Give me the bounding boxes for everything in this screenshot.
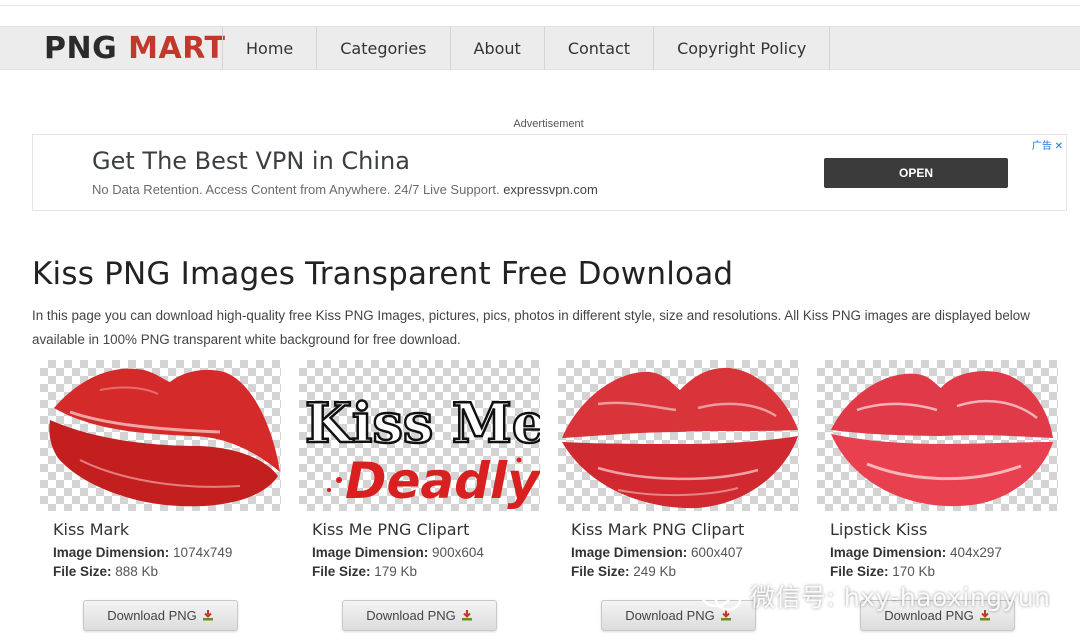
filesize-value: 888 Kb — [115, 564, 159, 579]
dimension-label: Image Dimension: — [53, 545, 170, 560]
ad-headline[interactable]: Get The Best VPN in China — [92, 147, 410, 175]
navbar: PNG MART Home Categories About Contact C… — [0, 26, 1080, 70]
ad-label: Advertisement — [513, 118, 584, 130]
dimension-value: 900x604 — [432, 545, 484, 560]
logo-mart-text: MART — [128, 31, 226, 66]
ad-description: No Data Retention. Access Content from A… — [92, 182, 598, 197]
card-dimension: Image Dimension: 404x297 — [830, 543, 1058, 562]
filesize-value: 170 Kb — [892, 564, 936, 579]
dimension-value: 1074x749 — [173, 545, 233, 560]
kiss-me-deadly-thumbnail[interactable]: Kiss Me Deadly — [299, 360, 540, 511]
image-card: Kiss Mark PNG Clipart Image Dimension: 6… — [558, 360, 799, 631]
image-card: Kiss Mark Image Dimension: 1074x749 File… — [40, 360, 281, 631]
card-title[interactable]: Lipstick Kiss — [830, 520, 1058, 539]
card-filesize: File Size: 888 Kb — [53, 562, 281, 581]
filesize-label: File Size: — [830, 564, 889, 579]
download-icon — [202, 610, 213, 621]
watermark-text: 微信号: hxy-haoxingyun — [750, 583, 1051, 612]
dimension-label: Image Dimension: — [571, 545, 688, 560]
card-dimension: Image Dimension: 600x407 — [571, 543, 799, 562]
nav-about[interactable]: About — [449, 27, 544, 70]
ad-banner[interactable]: Get The Best VPN in China No Data Retent… — [32, 134, 1067, 211]
kiss-me-image-text: Kiss Me — [305, 391, 540, 455]
ad-domain[interactable]: expressvpn.com — [503, 182, 598, 197]
nav-categories[interactable]: Categories — [316, 27, 449, 70]
download-icon — [461, 610, 472, 621]
lipstick-kiss-thumbnail[interactable] — [817, 360, 1058, 511]
card-title[interactable]: Kiss Mark — [53, 520, 281, 539]
ad-description-text: No Data Retention. Access Content from A… — [92, 182, 500, 197]
logo-png-text: PNG — [44, 31, 118, 66]
filesize-label: File Size: — [53, 564, 112, 579]
dimension-value: 404x297 — [950, 545, 1002, 560]
top-divider — [0, 5, 1080, 6]
card-title[interactable]: Kiss Mark PNG Clipart — [571, 520, 799, 539]
download-label: Download PNG — [107, 608, 197, 623]
page-title: Kiss PNG Images Transparent Free Downloa… — [32, 256, 734, 292]
wechat-icon — [700, 582, 742, 611]
dimension-label: Image Dimension: — [830, 545, 947, 560]
site-logo[interactable]: PNG MART — [44, 31, 225, 67]
image-card: Lipstick Kiss Image Dimension: 404x297 F… — [817, 360, 1058, 631]
download-png-button[interactable]: Download PNG — [83, 600, 238, 631]
kiss-mark-clipart-thumbnail[interactable] — [558, 360, 799, 511]
download-label: Download PNG — [366, 608, 456, 623]
deadly-image-text: Deadly — [345, 452, 540, 510]
card-dimension: Image Dimension: 1074x749 — [53, 543, 281, 562]
filesize-label: File Size: — [312, 564, 371, 579]
ad-open-button[interactable]: OPEN — [824, 158, 1008, 188]
download-png-button[interactable]: Download PNG — [342, 600, 497, 631]
nav-home[interactable]: Home — [222, 27, 316, 70]
kiss-mark-thumbnail[interactable] — [40, 360, 281, 511]
page-intro: In this page you can download high-quali… — [32, 308, 1030, 347]
wechat-watermark: 微信号: hxy-haoxingyun — [700, 578, 1051, 614]
filesize-value: 249 Kb — [633, 564, 677, 579]
filesize-value: 179 Kb — [374, 564, 418, 579]
dimension-label: Image Dimension: — [312, 545, 429, 560]
nav-contact[interactable]: Contact — [543, 27, 653, 70]
ad-close-icon[interactable]: 广告 ✕ — [1032, 137, 1063, 152]
card-title[interactable]: Kiss Me PNG Clipart — [312, 520, 540, 539]
dimension-value: 600x407 — [691, 545, 743, 560]
card-dimension: Image Dimension: 900x604 — [312, 543, 540, 562]
nav-copyright-policy[interactable]: Copyright Policy — [653, 27, 831, 70]
filesize-label: File Size: — [571, 564, 630, 579]
image-card: Kiss Me Deadly Kiss Me PNG Clipart Image… — [299, 360, 540, 631]
nav-menu: Home Categories About Contact Copyright … — [222, 27, 831, 70]
card-filesize: File Size: 179 Kb — [312, 562, 540, 581]
